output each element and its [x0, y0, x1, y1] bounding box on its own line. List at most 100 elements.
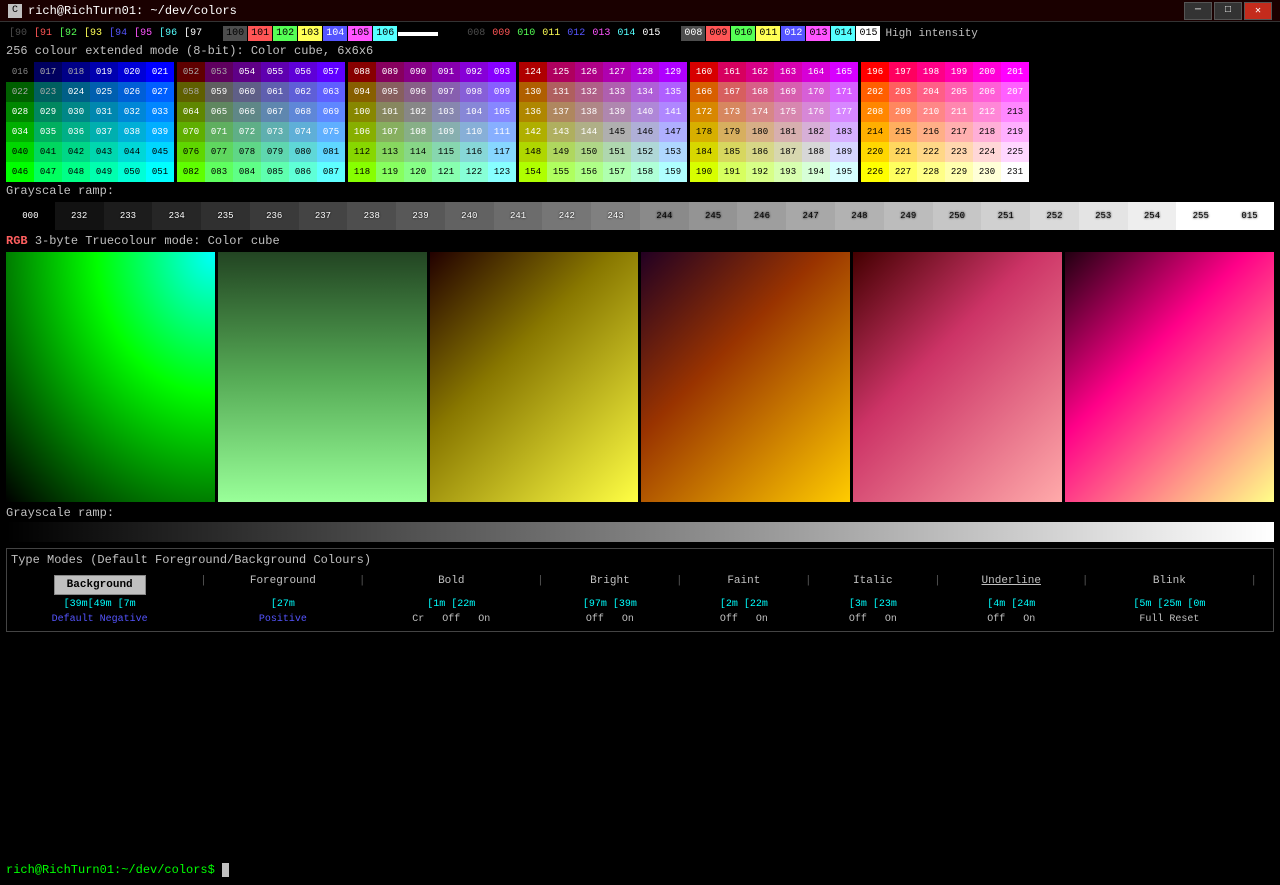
- gs-247: 247: [786, 202, 835, 230]
- gs-245: 245: [689, 202, 738, 230]
- gs-234: 234: [152, 202, 201, 230]
- c229: 229: [945, 162, 973, 182]
- ansi-sep2: [439, 32, 463, 36]
- c136: 136: [519, 102, 547, 122]
- gs-239: 239: [396, 202, 445, 230]
- color-cube-section: 016 017 018 019 020 021 022 023 024 025 …: [6, 62, 1274, 182]
- c082: 082: [177, 162, 205, 182]
- c097: 097: [432, 82, 460, 102]
- tm-bg-header: Background: [11, 573, 188, 597]
- c079: 079: [261, 142, 289, 162]
- c135: 135: [659, 82, 687, 102]
- rgb-gradient-section: [6, 252, 1274, 502]
- ansi-code-93: [93: [81, 26, 105, 41]
- c118: 118: [348, 162, 376, 182]
- c057: 057: [317, 62, 345, 82]
- ansi-top-row: [90 [91 [92 [93 [94 [95 [96 [97 100 101 …: [6, 26, 1274, 41]
- c177: 177: [830, 102, 858, 122]
- c059: 059: [205, 82, 233, 102]
- type-modes-codes-row: [39m[49m [7m [27m [1m [22m [97m [39m [2m…: [11, 597, 1269, 612]
- c127: 127: [603, 62, 631, 82]
- c213: 213: [1001, 102, 1029, 122]
- c220: 220: [861, 142, 889, 162]
- c161: 161: [718, 62, 746, 82]
- cursor: [222, 863, 229, 877]
- c219: 219: [1001, 122, 1029, 142]
- c051: 051: [146, 162, 174, 182]
- tm-label-fg: Positive: [219, 612, 347, 627]
- type-modes-section: Type Modes (Default Foreground/Backgroun…: [6, 548, 1274, 632]
- c036: 036: [62, 122, 90, 142]
- c069: 069: [317, 102, 345, 122]
- c200: 200: [973, 62, 1001, 82]
- c044: 044: [118, 142, 146, 162]
- maximize-button[interactable]: □: [1214, 2, 1242, 20]
- c094: 094: [348, 82, 376, 102]
- c173: 173: [718, 102, 746, 122]
- close-button[interactable]: ✕: [1244, 2, 1272, 20]
- c020: 020: [118, 62, 146, 82]
- c108: 108: [404, 122, 432, 142]
- tm-label-blink: Full Reset: [1100, 612, 1238, 627]
- c025: 025: [90, 82, 118, 102]
- titlebar: C rich@RichTurn01: ~/dev/colors ─ □ ✕: [0, 0, 1280, 22]
- c193: 193: [774, 162, 802, 182]
- c087: 087: [317, 162, 345, 182]
- c152: 152: [631, 142, 659, 162]
- c150: 150: [575, 142, 603, 162]
- rgb-cube-2: [218, 252, 427, 502]
- c099: 099: [488, 82, 516, 102]
- c117: 117: [488, 142, 516, 162]
- c165: 165: [830, 62, 858, 82]
- gs-252: 252: [1030, 202, 1079, 230]
- ansi-code-105: 105: [348, 26, 372, 41]
- c042: 042: [62, 142, 90, 162]
- c140: 140: [631, 102, 659, 122]
- c211: 211: [945, 102, 973, 122]
- c080: 080: [289, 142, 317, 162]
- c106: 106: [348, 122, 376, 142]
- minimize-button[interactable]: ─: [1184, 2, 1212, 20]
- ansi-code-97: [97: [181, 26, 205, 41]
- c141: 141: [659, 102, 687, 122]
- c107: 107: [376, 122, 404, 142]
- c214: 214: [861, 122, 889, 142]
- c212: 212: [973, 102, 1001, 122]
- c104: 104: [460, 102, 488, 122]
- c058: 058: [177, 82, 205, 102]
- c124: 124: [519, 62, 547, 82]
- rgb-cube-1: [6, 252, 215, 502]
- c189: 189: [830, 142, 858, 162]
- tm-code-fg: [27m: [219, 597, 347, 612]
- c182: 182: [802, 122, 830, 142]
- rgb-header: RGB 3-byte Truecolour mode: Color cube: [6, 234, 1274, 248]
- gs-253: 253: [1079, 202, 1128, 230]
- c081: 081: [317, 142, 345, 162]
- c083: 083: [205, 162, 233, 182]
- c114: 114: [404, 142, 432, 162]
- rgb-header-text: 3-byte Truecolour mode: Color cube: [35, 234, 280, 248]
- c045: 045: [146, 142, 174, 162]
- c060: 060: [233, 82, 261, 102]
- c227: 227: [889, 162, 917, 182]
- tm-italic-header: Italic: [824, 573, 923, 597]
- c146: 146: [631, 122, 659, 142]
- color-block-6: 196 197 198 199 200 201 202 203 204 205 …: [861, 62, 1029, 182]
- c063: 063: [317, 82, 345, 102]
- titlebar-title: rich@RichTurn01: ~/dev/colors: [28, 4, 237, 18]
- c203: 203: [889, 82, 917, 102]
- c088: 088: [348, 62, 376, 82]
- c053: 053: [205, 62, 233, 82]
- c231: 231: [1001, 162, 1029, 182]
- c169: 169: [774, 82, 802, 102]
- c221: 221: [889, 142, 917, 162]
- c032: 032: [118, 102, 146, 122]
- c089: 089: [376, 62, 404, 82]
- c171: 171: [830, 82, 858, 102]
- color-block-5: 160 161 162 163 164 165 166 167 168 169 …: [690, 62, 858, 182]
- type-modes-header-row: Background | Foreground | Bold | Bright …: [11, 573, 1269, 597]
- c038: 038: [118, 122, 146, 142]
- ansi-code-94: [94: [106, 26, 130, 41]
- c125: 125: [547, 62, 575, 82]
- c130: 130: [519, 82, 547, 102]
